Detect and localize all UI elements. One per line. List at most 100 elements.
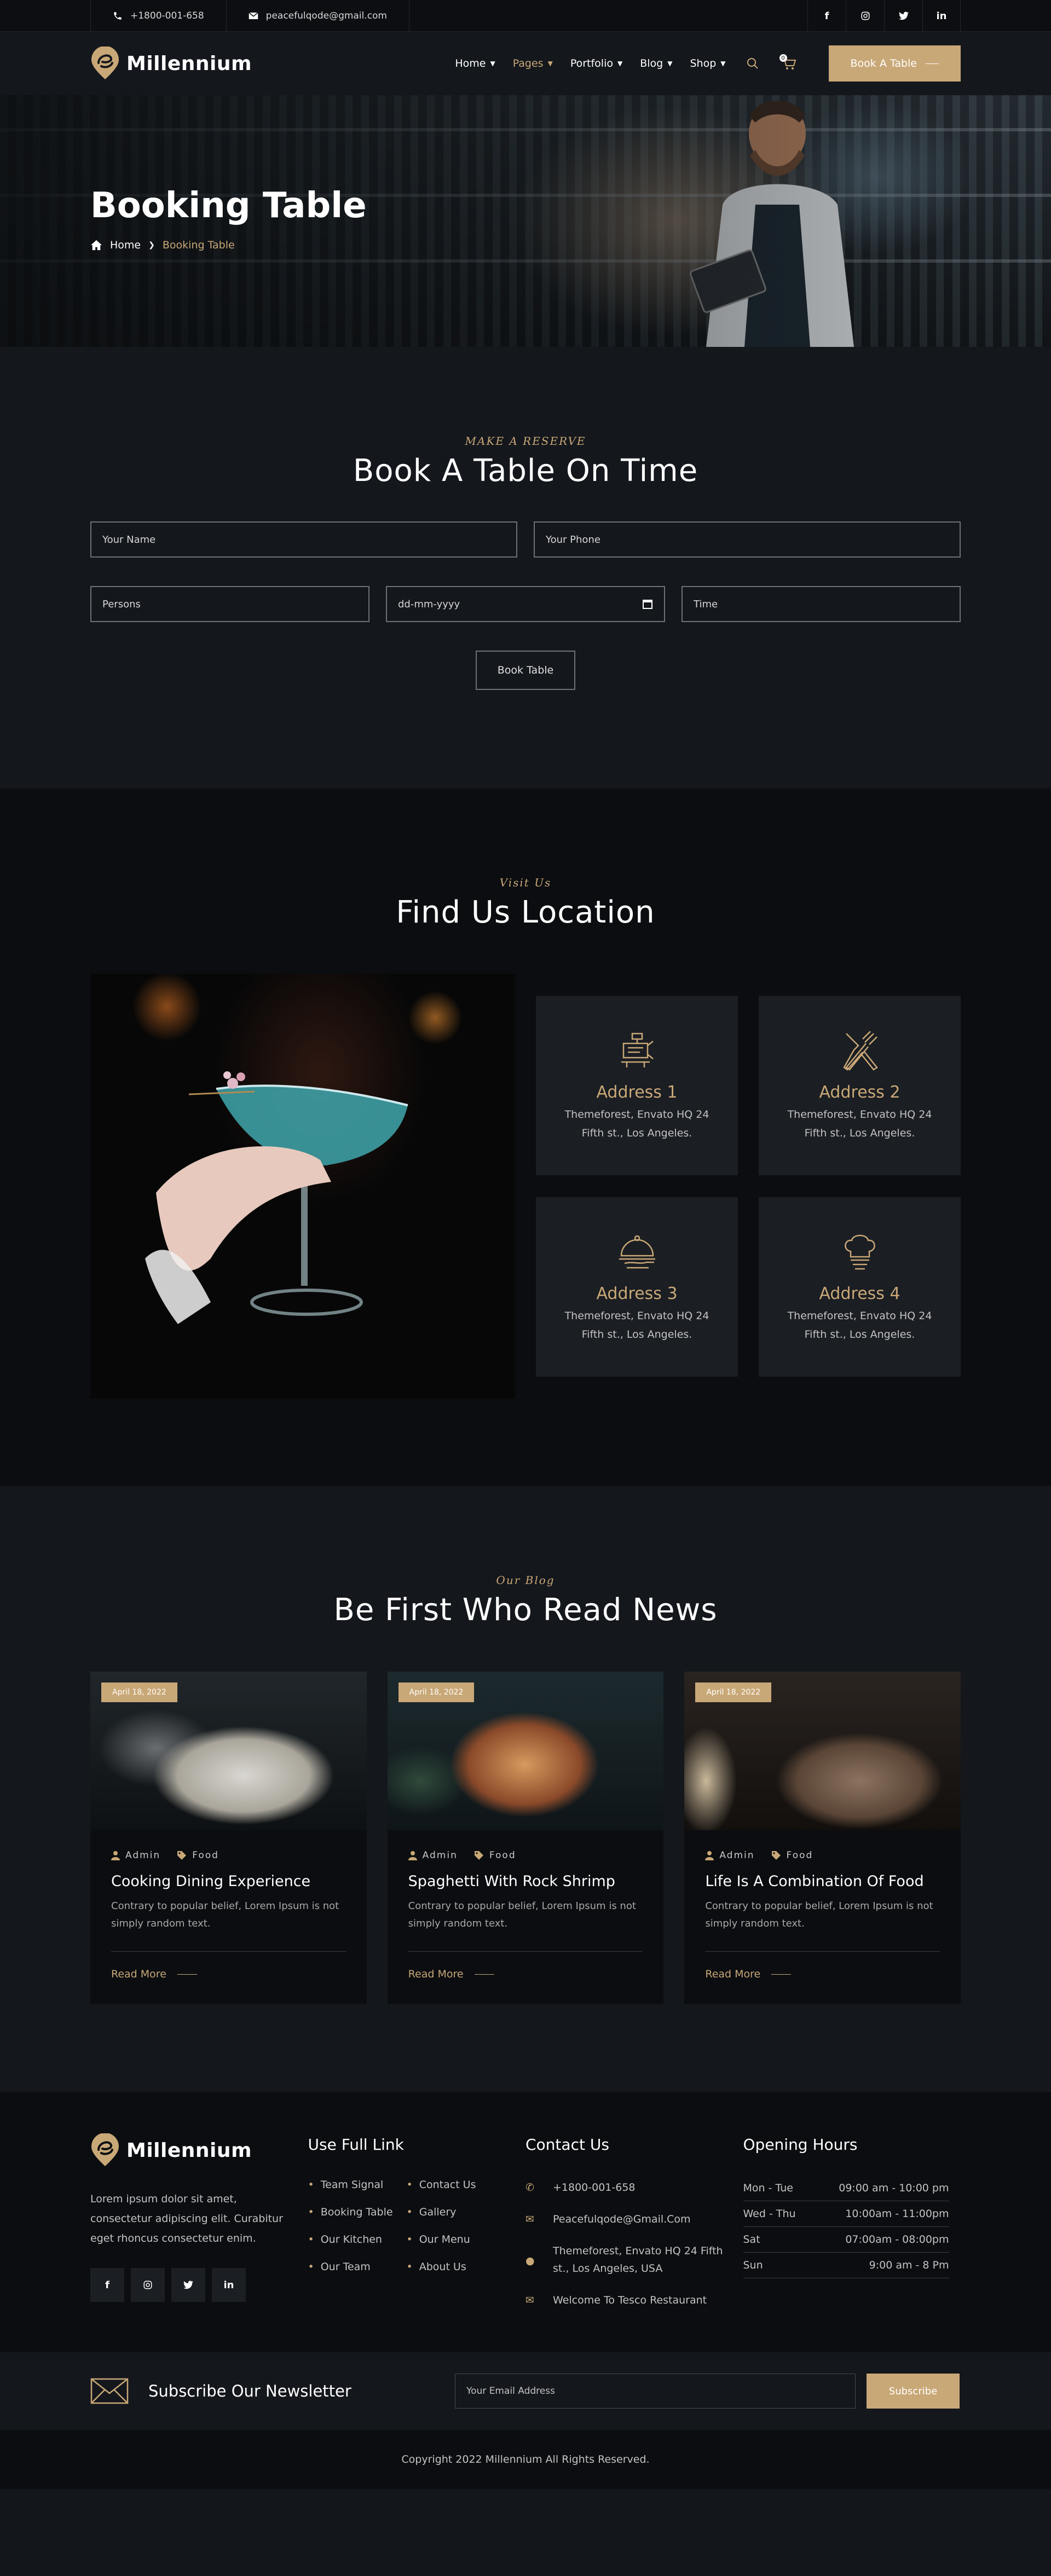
- footer-link[interactable]: Our Kitchen: [308, 2233, 407, 2246]
- twitter-icon[interactable]: [884, 0, 922, 32]
- footer-link[interactable]: About Us: [407, 2261, 505, 2273]
- hours-day: Sun: [743, 2259, 763, 2271]
- hours-row: Sat 07:00am - 08:00pm: [743, 2227, 949, 2253]
- read-more-label: Read More: [705, 1968, 761, 1980]
- topbar-email[interactable]: peacefulqode@gmail.com: [226, 0, 409, 32]
- post-image[interactable]: April 18, 2022: [387, 1672, 664, 1830]
- post-image[interactable]: April 18, 2022: [684, 1672, 961, 1830]
- food-tray-icon: [619, 1235, 655, 1268]
- post-author[interactable]: Admin: [125, 1850, 160, 1861]
- post-title[interactable]: Spaghetti With Rock Shrimp: [408, 1873, 643, 1890]
- topbar-email-text: peacefulqode@gmail.com: [265, 10, 387, 21]
- post-date: April 18, 2022: [101, 1682, 177, 1702]
- read-more-link[interactable]: Read More: [408, 1968, 643, 1980]
- cart-icon[interactable]: 0: [779, 54, 798, 73]
- mail-icon: ✉: [526, 2213, 534, 2225]
- breadcrumb-home[interactable]: Home: [110, 239, 141, 251]
- instagram-icon[interactable]: [131, 2268, 165, 2302]
- footer-link[interactable]: Our Team: [308, 2261, 407, 2273]
- footer-link[interactable]: Our Menu: [407, 2233, 505, 2246]
- post-excerpt: Contrary to popular belief, Lorem Ipsum …: [111, 1898, 346, 1952]
- copyright-text: Copyright 2022 Millennium All Rights Res…: [401, 2453, 650, 2465]
- facebook-icon[interactable]: f: [807, 0, 846, 32]
- blog-post-card[interactable]: April 18, 2022 Admin Food Cooking Dining…: [90, 1672, 367, 2004]
- name-field[interactable]: Your Name: [90, 521, 517, 558]
- phone-icon: [114, 12, 122, 20]
- nav-pages[interactable]: Pages ▼: [513, 57, 553, 69]
- site-logo[interactable]: Millennium: [90, 47, 252, 80]
- post-meta: Admin Food: [408, 1850, 643, 1861]
- footer-link[interactable]: Gallery: [407, 2206, 505, 2218]
- footer-link[interactable]: Booking Table: [308, 2206, 407, 2218]
- blog-post-card[interactable]: April 18, 2022 Admin Food Spaghetti With…: [387, 1672, 664, 2004]
- chevron-right-icon: ❯: [148, 241, 155, 250]
- location-heading: Visit Us Find Us Location: [90, 876, 961, 930]
- linkedin-icon[interactable]: in: [922, 0, 961, 32]
- book-table-button[interactable]: Book Table: [476, 651, 575, 690]
- read-more-link[interactable]: Read More: [111, 1968, 346, 1980]
- persons-field[interactable]: Persons: [90, 586, 369, 622]
- hours-row: Wed - Thu 10:00am - 11:00pm: [743, 2201, 949, 2227]
- nav-blog[interactable]: Blog ▼: [640, 57, 672, 69]
- date-field[interactable]: dd-mm-yyyy: [386, 586, 665, 622]
- post-title[interactable]: Cooking Dining Experience: [111, 1873, 346, 1890]
- nav-shop[interactable]: Shop ▼: [690, 57, 725, 69]
- nav-label: Home: [455, 57, 486, 69]
- brand-name: Millennium: [126, 52, 252, 75]
- footer-link[interactable]: Contact Us: [407, 2179, 505, 2191]
- time-field[interactable]: Time: [682, 586, 961, 622]
- calendar-icon[interactable]: [642, 599, 653, 610]
- instagram-icon[interactable]: [846, 0, 884, 32]
- contact-email[interactable]: ✉ Peacefulqode@Gmail.Com: [526, 2211, 743, 2228]
- post-category[interactable]: Food: [489, 1850, 516, 1861]
- post-date: April 18, 2022: [398, 1682, 475, 1702]
- post-excerpt: Contrary to popular belief, Lorem Ipsum …: [408, 1898, 643, 1952]
- booking-form: Your Name Your Phone Persons dd-mm-yyyy …: [90, 521, 961, 690]
- contact-phone[interactable]: ✆ +1800-001-658: [526, 2179, 743, 2196]
- footer-logo[interactable]: Millennium: [90, 2133, 308, 2167]
- nav-home[interactable]: Home ▼: [455, 57, 495, 69]
- linkedin-icon[interactable]: in: [212, 2268, 246, 2302]
- hours-row: Mon - Tue 09:00 am - 10:00 pm: [743, 2175, 949, 2201]
- read-more-link[interactable]: Read More: [705, 1968, 940, 1980]
- phone-placeholder: Your Phone: [546, 533, 600, 546]
- subscribe-label: Subscribe: [888, 2385, 938, 2397]
- post-image[interactable]: April 18, 2022: [90, 1672, 367, 1830]
- post-category[interactable]: Food: [787, 1850, 813, 1861]
- twitter-icon[interactable]: [171, 2268, 205, 2302]
- post-title[interactable]: Life Is A Combination Of Food: [705, 1873, 940, 1890]
- post-category[interactable]: Food: [192, 1850, 219, 1861]
- footer-link[interactable]: Team Signal: [308, 2179, 407, 2191]
- restaurant-sign-icon: [621, 1032, 654, 1067]
- post-meta: Admin Food: [705, 1850, 940, 1861]
- footer-heading: Use Full Link: [308, 2136, 404, 2154]
- user-icon: [408, 1851, 417, 1860]
- newsletter-email-input[interactable]: Your Email Address: [455, 2374, 856, 2409]
- envelope-icon: [90, 2378, 129, 2404]
- post-author[interactable]: Admin: [719, 1850, 754, 1861]
- blog-post-card[interactable]: April 18, 2022 Admin Food Life Is A Comb…: [684, 1672, 961, 2004]
- news-heading: Our Blog Be First Who Read News: [90, 1574, 961, 1628]
- user-icon: [111, 1851, 120, 1860]
- topbar-phone[interactable]: +1800-001-658: [90, 0, 226, 32]
- chevron-down-icon: ▼: [720, 60, 726, 67]
- footer-heading: Contact Us: [526, 2136, 609, 2154]
- breadcrumb: Home ❯ Booking Table: [90, 239, 961, 251]
- section-title: Be First Who Read News: [333, 1592, 718, 1628]
- dash-decoration: [926, 63, 939, 64]
- subscribe-button[interactable]: Subscribe: [867, 2374, 960, 2409]
- nav-portfolio[interactable]: Portfolio ▼: [570, 57, 622, 69]
- address-title: Address 1: [596, 1082, 678, 1102]
- footer-about: Millennium Lorem ipsum dolor sit amet, c…: [90, 2133, 308, 2352]
- phone-field[interactable]: Your Phone: [534, 521, 961, 558]
- search-icon[interactable]: [743, 54, 762, 73]
- address-card: Address 3 Themeforest, Envato HQ 24 Fift…: [536, 1197, 738, 1377]
- book-a-table-button[interactable]: Book A Table: [828, 45, 961, 82]
- phone-icon: ✆: [526, 2182, 534, 2194]
- facebook-icon[interactable]: f: [90, 2268, 124, 2302]
- location-section: Visit Us Find Us Location Address 1 Them…: [0, 788, 1051, 1486]
- section-subtitle: MAKE A RESERVE: [465, 434, 586, 448]
- nav-label: Pages: [512, 57, 544, 69]
- chevron-down-icon: ▼: [547, 60, 553, 67]
- post-author[interactable]: Admin: [423, 1850, 458, 1861]
